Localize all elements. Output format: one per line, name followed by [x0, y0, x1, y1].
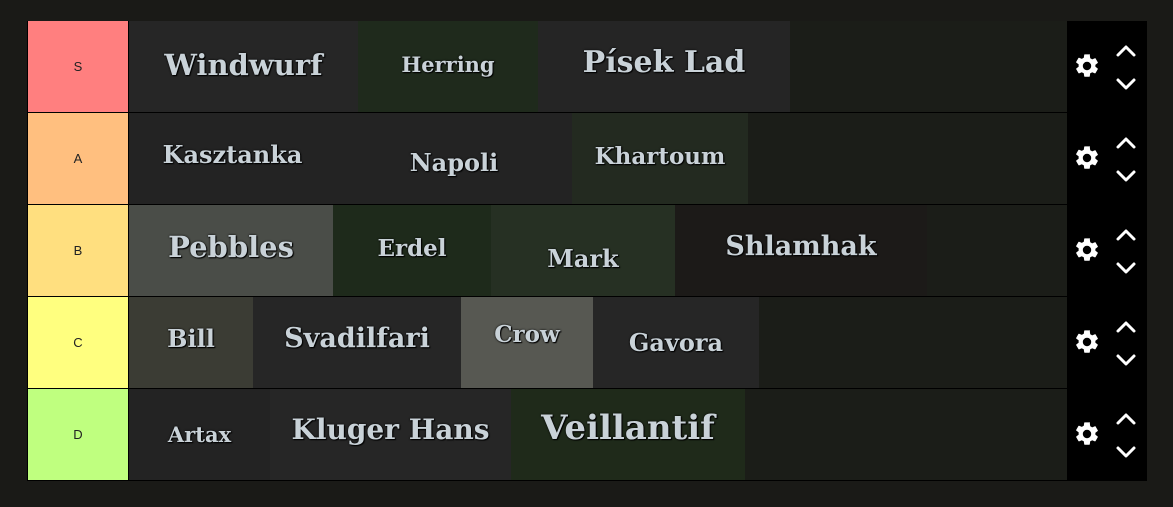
tier-item[interactable]: Gavora — [593, 297, 759, 388]
tier-item-label: Erdel — [377, 235, 447, 262]
tier-item-label: Pebbles — [168, 229, 294, 264]
tier-controls — [1067, 297, 1147, 388]
gear-icon[interactable] — [1073, 52, 1101, 80]
tier-item[interactable]: Artax — [129, 389, 270, 480]
tier-item[interactable]: Bill — [129, 297, 253, 388]
gear-icon[interactable] — [1073, 420, 1101, 448]
tier-item[interactable]: Herring — [358, 21, 538, 112]
gear-icon[interactable] — [1073, 144, 1101, 172]
tier-item-label: Artax — [167, 422, 232, 447]
tier-items-zone[interactable]: Kasztanka Napoli Khartoum — [129, 113, 1067, 204]
tier-row-b: B Pebbles Erdel Mark Shlamhak — [27, 205, 1147, 296]
tier-item[interactable]: Veillantif — [511, 389, 745, 480]
tier-label-d[interactable]: D — [28, 389, 128, 480]
chevron-up-icon[interactable] — [1115, 411, 1137, 425]
tier-item[interactable]: Erdel — [333, 205, 491, 296]
chevron-down-icon[interactable] — [1115, 352, 1137, 366]
chevron-down-icon[interactable] — [1115, 260, 1137, 274]
tier-item[interactable]: Windwurf — [129, 21, 358, 112]
tier-item-label: Mark — [547, 244, 619, 273]
chevron-up-icon[interactable] — [1115, 227, 1137, 241]
tier-row-a: A Kasztanka Napoli Khartoum — [27, 113, 1147, 204]
tier-item-label: Písek Lad — [582, 45, 746, 80]
tier-controls — [1067, 389, 1147, 480]
tier-item-label: Napoli — [409, 148, 499, 177]
tier-items-zone[interactable]: Windwurf Herring Písek Lad — [129, 21, 1067, 112]
tier-item-label: Veillantif — [541, 407, 715, 448]
tier-controls — [1067, 205, 1147, 296]
tier-controls — [1067, 113, 1147, 204]
tier-item-label: Khartoum — [594, 143, 726, 170]
tier-item-label: Shlamhak — [725, 231, 877, 262]
tier-item[interactable]: Svadilfari — [253, 297, 461, 388]
tier-item[interactable]: Shlamhak — [675, 205, 927, 296]
tier-list: S Windwurf Herring Písek Lad A Kasztanka Napol… — [27, 21, 1147, 481]
tier-item[interactable]: Napoli — [336, 113, 572, 204]
gear-icon[interactable] — [1073, 236, 1101, 264]
tier-label-a[interactable]: A — [28, 113, 128, 204]
tier-row-s: S Windwurf Herring Písek Lad — [27, 21, 1147, 112]
tier-item[interactable]: Písek Lad — [538, 21, 790, 112]
tier-item-label: Windwurf — [164, 47, 323, 82]
tier-items-zone[interactable]: Pebbles Erdel Mark Shlamhak — [129, 205, 1067, 296]
tier-item-label: Gavora — [628, 328, 724, 357]
tier-item[interactable]: Pebbles — [129, 205, 333, 296]
tier-item-label: Crow — [494, 321, 560, 348]
chevron-down-icon[interactable] — [1115, 76, 1137, 90]
tier-label-c[interactable]: C — [28, 297, 128, 388]
chevron-down-icon[interactable] — [1115, 168, 1137, 182]
tier-item-label: Kasztanka — [162, 140, 303, 169]
tier-item-label: Bill — [167, 324, 215, 353]
chevron-up-icon[interactable] — [1115, 135, 1137, 149]
tier-item-label: Kluger Hans — [291, 413, 490, 446]
tier-controls — [1067, 21, 1147, 112]
tier-row-c: C Bill Svadilfari Crow Gavora — [27, 297, 1147, 388]
tier-label-s[interactable]: S — [28, 21, 128, 112]
chevron-up-icon[interactable] — [1115, 319, 1137, 333]
tier-item[interactable]: Mark — [491, 205, 675, 296]
tier-row-d: D Artax Kluger Hans Veillantif — [27, 389, 1147, 480]
tier-item[interactable]: Khartoum — [572, 113, 748, 204]
tier-items-zone[interactable]: Artax Kluger Hans Veillantif — [129, 389, 1067, 480]
tier-items-zone[interactable]: Bill Svadilfari Crow Gavora — [129, 297, 1067, 388]
tier-item-label: Herring — [401, 52, 495, 77]
tier-item[interactable]: Crow — [461, 297, 593, 388]
tier-item-label: Svadilfari — [284, 323, 430, 354]
chevron-down-icon[interactable] — [1115, 444, 1137, 458]
tier-label-b[interactable]: B — [28, 205, 128, 296]
chevron-up-icon[interactable] — [1115, 43, 1137, 57]
tier-item[interactable]: Kluger Hans — [270, 389, 511, 480]
tier-item[interactable]: Kasztanka — [129, 113, 336, 204]
gear-icon[interactable] — [1073, 328, 1101, 356]
